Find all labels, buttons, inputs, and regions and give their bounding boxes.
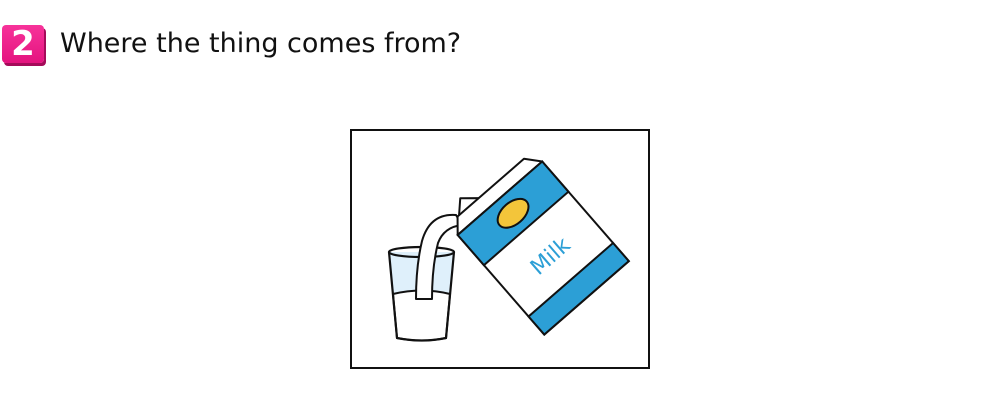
question-number-badge: 2: [2, 25, 44, 63]
milk-pouring-svg: Milk: [387, 157, 631, 342]
milk-carton-icon: Milk: [456, 157, 631, 336]
milk-pouring-illustration: Milk: [350, 129, 650, 369]
question-text: Where the thing comes from?: [60, 28, 462, 59]
